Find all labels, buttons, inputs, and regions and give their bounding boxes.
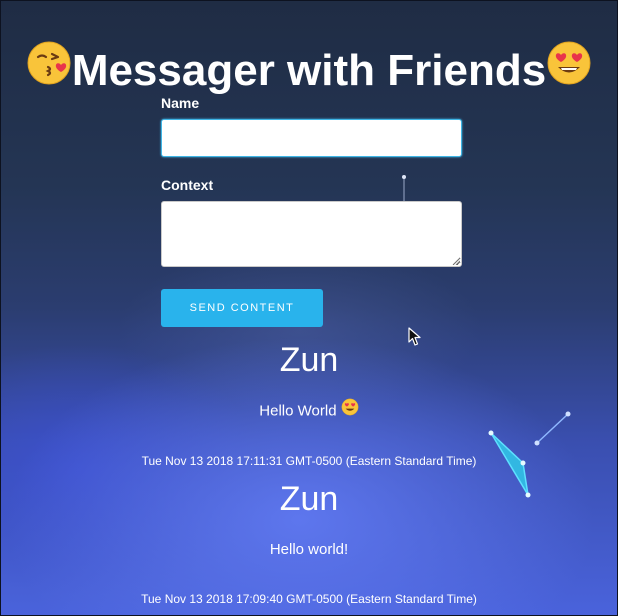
message-timestamp: Tue Nov 13 2018 17:09:40 GMT-0500 (Easte… bbox=[141, 592, 477, 606]
message-text: Hello world! bbox=[269, 541, 349, 558]
message-form: Name Context SEND CONTENT bbox=[161, 94, 462, 327]
heart-eyes-icon bbox=[546, 40, 592, 100]
context-textarea[interactable] bbox=[161, 201, 462, 267]
resize-handle-icon[interactable] bbox=[452, 257, 460, 265]
mouse-cursor-icon bbox=[408, 327, 421, 346]
name-label: Name bbox=[161, 95, 200, 111]
message-author: Zun bbox=[279, 341, 339, 379]
message-timestamp: Tue Nov 13 2018 17:11:31 GMT-0500 (Easte… bbox=[141, 454, 477, 468]
message-item: Zun Hello World Tue Nov 13 2018 17:11:31… bbox=[0, 338, 618, 469]
name-input[interactable] bbox=[161, 119, 462, 157]
message-author: Zun bbox=[279, 480, 339, 518]
message-text: Hello World bbox=[259, 402, 337, 420]
page-title-text: Messager with Friends bbox=[71, 46, 547, 96]
page-title: Messager with Friends bbox=[0, 40, 618, 100]
kissing-face-with-heart-icon bbox=[26, 40, 72, 100]
heart-eyes-icon bbox=[341, 398, 359, 422]
send-content-button[interactable]: SEND CONTENT bbox=[161, 289, 323, 327]
message-item: Zun Hello world! Tue Nov 13 2018 17:09:4… bbox=[0, 477, 618, 607]
context-label: Context bbox=[161, 177, 214, 193]
message-text-row: Hello World bbox=[0, 398, 618, 422]
